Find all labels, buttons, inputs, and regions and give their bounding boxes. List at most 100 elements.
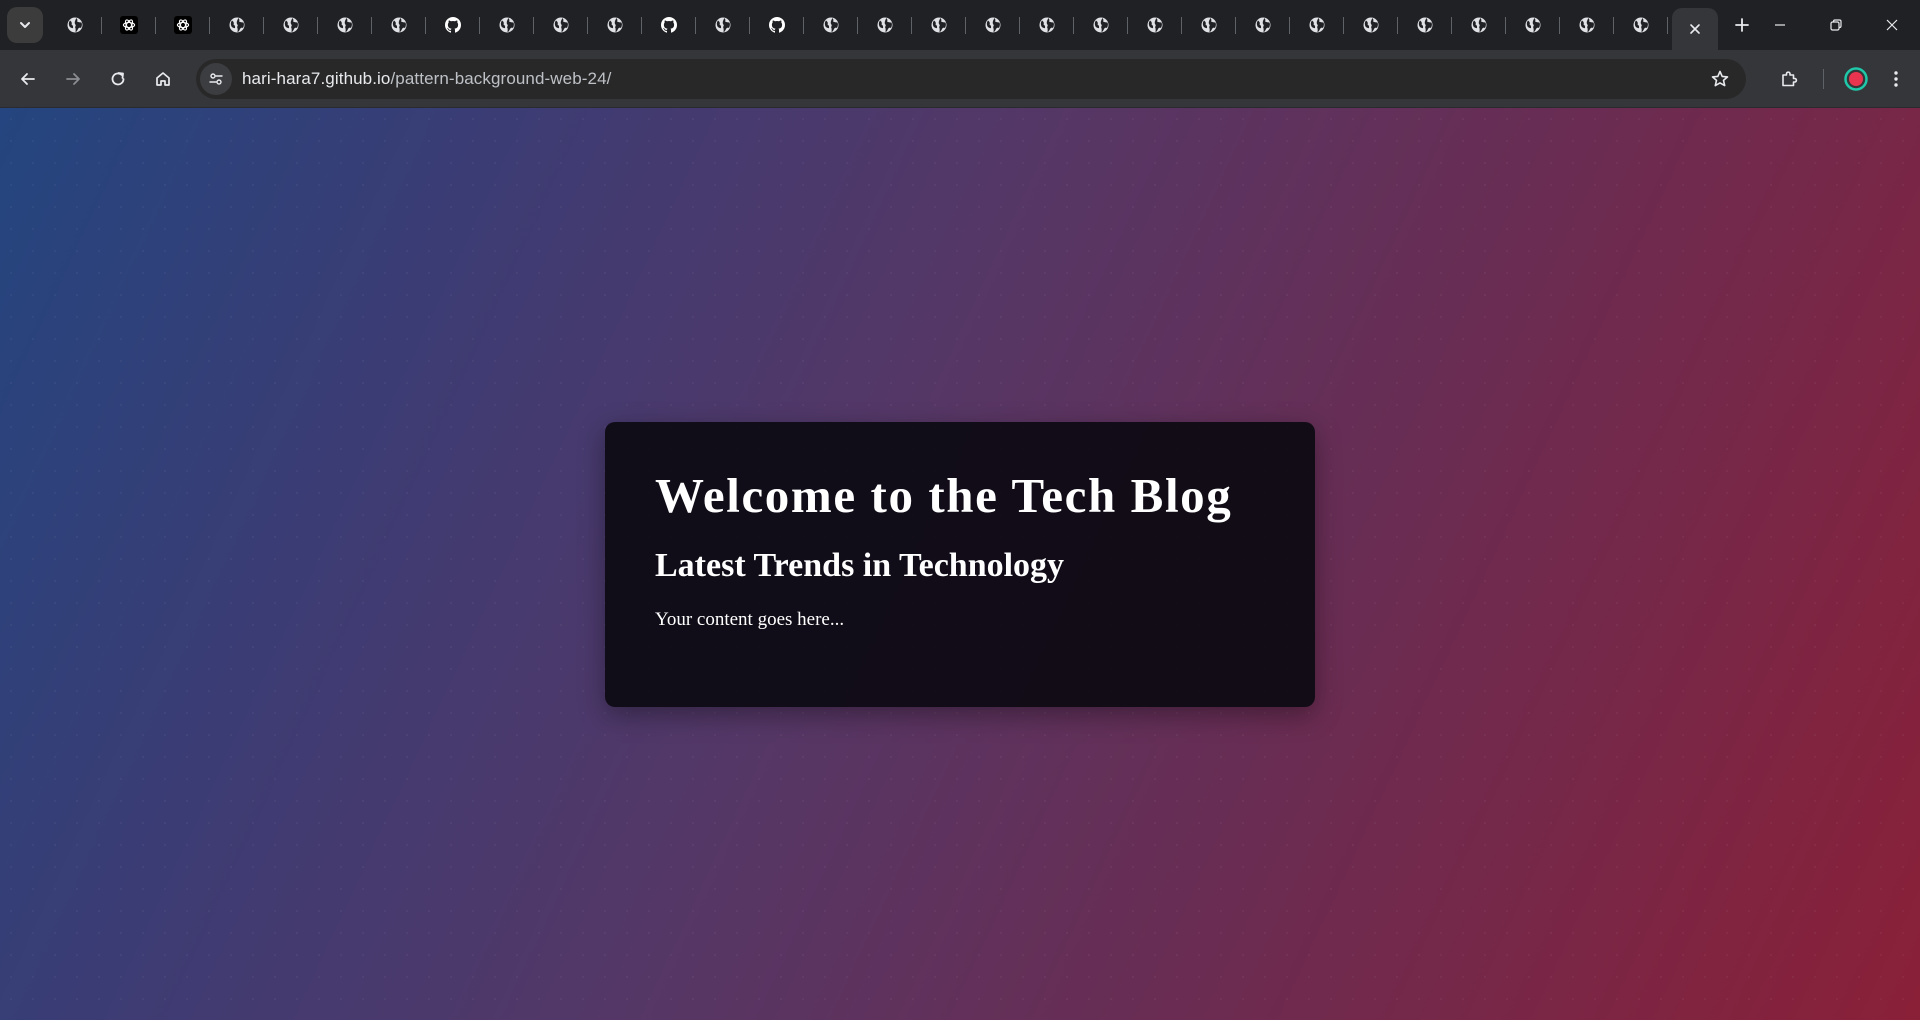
globe-icon [984,16,1002,34]
address-bar[interactable]: hari-hara7.github.io/pattern-background-… [196,59,1746,99]
arrow-right-icon [66,72,80,85]
browser-tab[interactable] [1020,0,1074,50]
globe-icon [336,16,354,34]
browser-tab[interactable] [642,0,696,50]
github-icon [768,16,786,34]
more-vert-icon [1894,71,1898,87]
browser-tab[interactable] [372,0,426,50]
reload-button[interactable] [98,59,138,99]
browser-tab[interactable] [318,0,372,50]
browser-tab[interactable] [1236,0,1290,50]
profile-button[interactable] [1836,59,1876,99]
browser-tab[interactable] [156,0,210,50]
browser-tab[interactable] [750,0,804,50]
restore-icon [1830,19,1842,31]
home-icon [156,71,170,86]
globe-icon [1578,16,1596,34]
github-icon [660,16,678,34]
globe-icon [714,16,732,34]
content-card: Welcome to the Tech Blog Latest Trends i… [605,422,1315,707]
close-icon[interactable] [1689,23,1701,35]
browser-tab[interactable] [1344,0,1398,50]
url-text: hari-hara7.github.io/pattern-background-… [242,69,611,89]
browser-tab[interactable] [102,0,156,50]
globe-icon [1038,16,1056,34]
bookmark-button[interactable] [1708,67,1732,91]
globe-icon [498,16,516,34]
tab-list [48,0,1718,50]
browser-tab[interactable] [1128,0,1182,50]
page-subtitle: Latest Trends in Technology [655,547,1065,585]
browser-tab[interactable] [1560,0,1614,50]
url-path: /pattern-background-web-24/ [390,69,612,88]
url-host: hari-hara7.github.io [242,69,391,88]
window-controls [1752,0,1920,50]
globe-icon [1416,16,1434,34]
profile-avatar-icon [1844,67,1868,91]
openai-icon [174,16,192,34]
globe-icon [1146,16,1164,34]
globe-icon [822,16,840,34]
globe-icon [1200,16,1218,34]
browser-toolbar: hari-hara7.github.io/pattern-background-… [0,50,1920,108]
page-title: Welcome to the Tech Blog [655,468,1233,523]
globe-icon [390,16,408,34]
browser-tab[interactable] [1398,0,1452,50]
browser-tab[interactable] [1290,0,1344,50]
globe-icon [1092,16,1110,34]
close-icon [1886,19,1898,31]
puzzle-icon [1782,71,1798,87]
page-body-text: Your content goes here... [655,609,845,631]
github-icon [444,16,462,34]
globe-icon [228,16,246,34]
forward-button[interactable] [53,59,93,99]
minimize-icon [1775,24,1785,26]
tab-strip [0,0,1920,50]
browser-tab[interactable] [264,0,318,50]
globe-icon [282,16,300,34]
menu-button[interactable] [1876,59,1916,99]
globe-icon [1524,16,1542,34]
globe-icon [1632,16,1650,34]
chevron-down-icon [20,22,30,28]
browser-tab[interactable] [804,0,858,50]
restore-button[interactable] [1808,0,1864,50]
page-background: Welcome to the Tech Blog Latest Trends i… [0,108,1920,1020]
browser-tab[interactable] [210,0,264,50]
close-window-button[interactable] [1864,0,1920,50]
browser-tab[interactable] [1182,0,1236,50]
toolbar-actions [1769,59,1920,99]
globe-icon [930,16,948,34]
openai-icon [120,16,138,34]
tune-icon [209,73,223,85]
browser-tab[interactable] [48,0,102,50]
browser-tab[interactable] [858,0,912,50]
star-icon [1711,70,1729,87]
globe-icon [552,16,570,34]
globe-icon [1470,16,1488,34]
globe-icon [1308,16,1326,34]
browser-tab[interactable] [1074,0,1128,50]
browser-tab[interactable] [696,0,750,50]
arrow-left-icon [21,72,35,85]
browser-tab[interactable] [1614,0,1668,50]
browser-tab[interactable] [588,0,642,50]
plus-icon [1735,18,1749,32]
tab-search-button[interactable] [7,7,43,43]
globe-icon [1362,16,1380,34]
globe-icon [876,16,894,34]
site-info-button[interactable] [200,63,232,95]
browser-tab[interactable] [966,0,1020,50]
extensions-button[interactable] [1769,59,1809,99]
browser-tab[interactable] [912,0,966,50]
browser-tab[interactable] [1452,0,1506,50]
browser-tab[interactable] [426,0,480,50]
globe-icon [606,16,624,34]
active-tab[interactable] [1672,8,1718,50]
minimize-button[interactable] [1752,0,1808,50]
browser-tab[interactable] [480,0,534,50]
browser-tab[interactable] [534,0,588,50]
back-button[interactable] [8,59,48,99]
home-button[interactable] [143,59,183,99]
browser-tab[interactable] [1506,0,1560,50]
